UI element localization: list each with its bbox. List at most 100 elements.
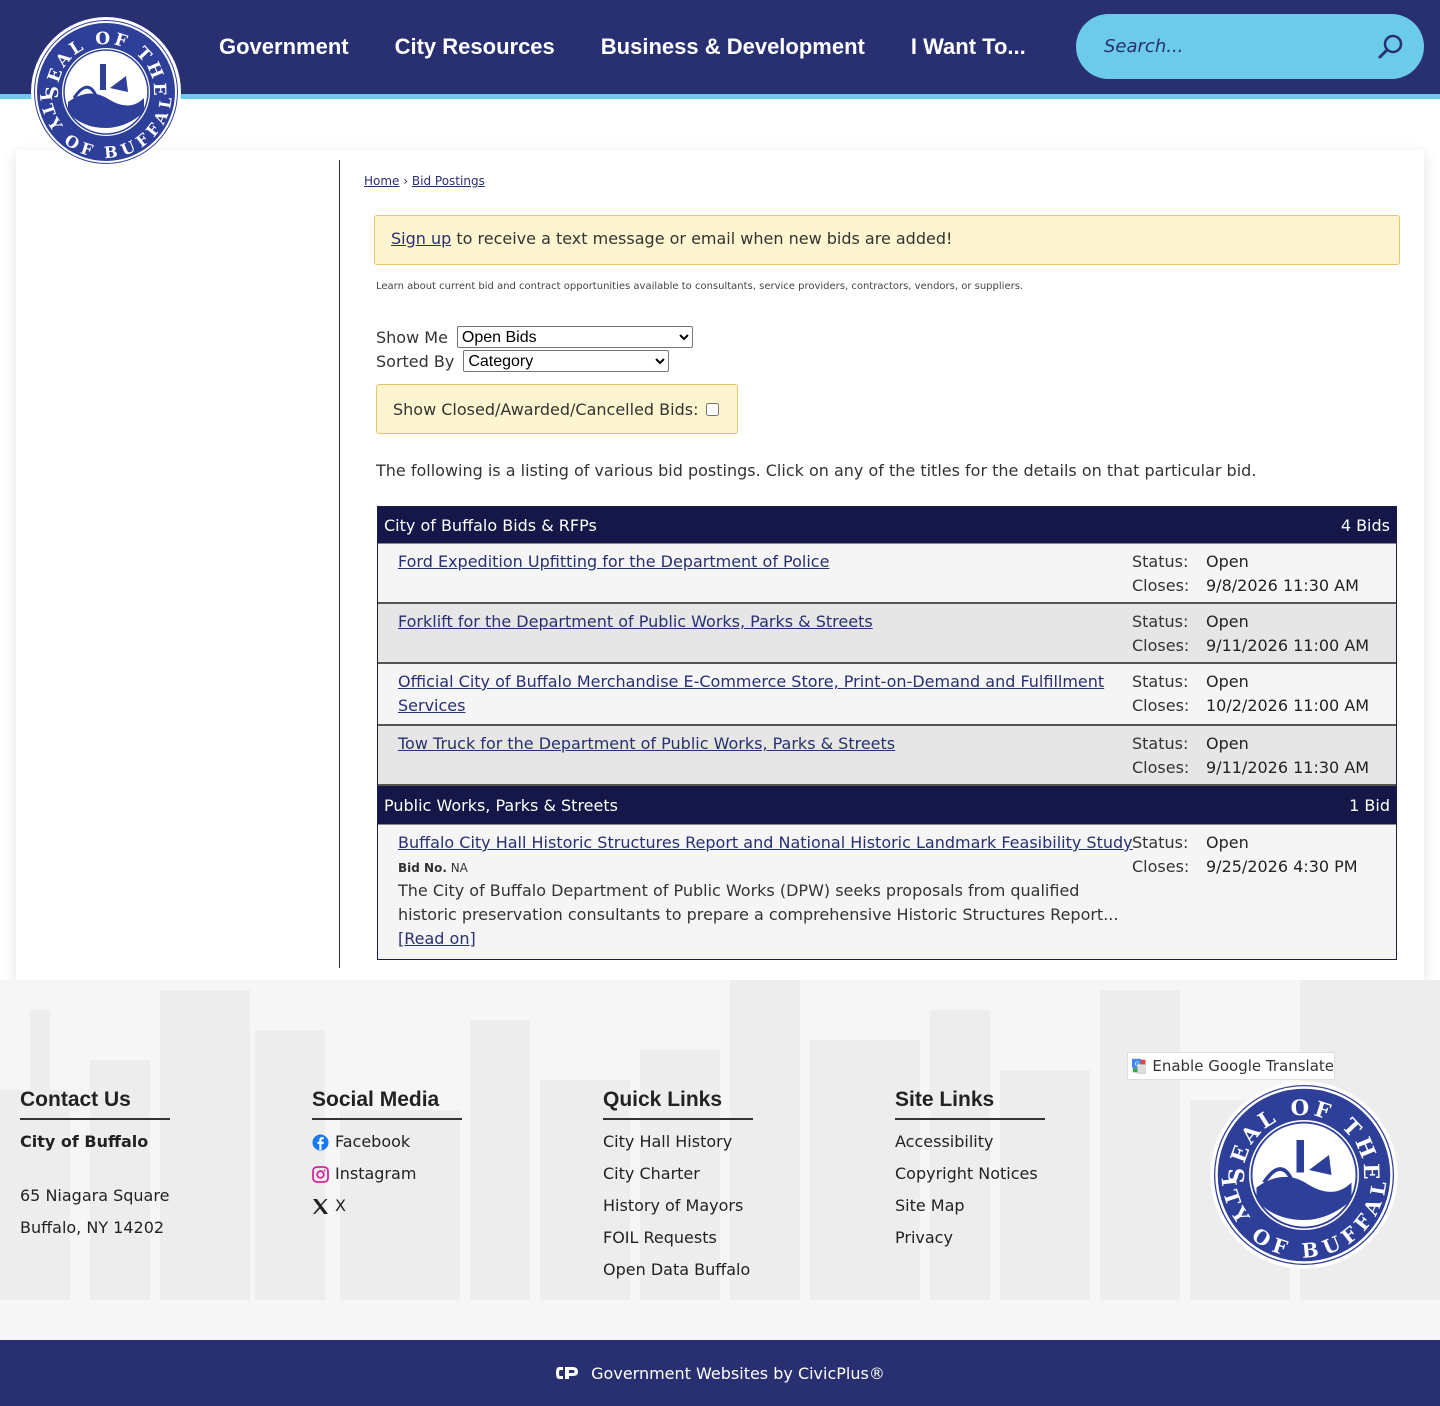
google-translate-icon: G	[1132, 1058, 1147, 1074]
quick-link-open-data[interactable]: Open Data Buffalo	[603, 1260, 750, 1280]
civicplus-logo-icon	[556, 1367, 579, 1379]
search-input[interactable]	[1104, 30, 1364, 62]
footer-quick-links: Quick Links City Hall History City Chart…	[603, 1088, 753, 1280]
show-me-row: Show Me Open Bids	[376, 326, 693, 348]
sorted-by-label: Sorted By	[376, 351, 455, 371]
svg-text:G: G	[1135, 1061, 1140, 1068]
city-seal-logo[interactable]: SEAL OF THE CITY OF BUFFALO	[22, 13, 182, 168]
civicplus-link[interactable]: Government Websites by CivicPlus®	[591, 1364, 885, 1383]
category-header: Public Works, Parks & Streets 1 Bid	[378, 786, 1396, 825]
category-header: City of Buffalo Bids & RFPs 4 Bids	[378, 507, 1396, 544]
main-content-card: Home › Bid Postings Sign up to receive a…	[16, 150, 1424, 980]
site-footer: Contact Us City of Buffalo 65 Niagara Sq…	[0, 980, 1440, 1340]
show-me-select[interactable]: Open Bids	[456, 326, 693, 348]
status-label: Status:	[1132, 612, 1189, 631]
show-me-label: Show Me	[376, 327, 448, 347]
quick-link-history-of-mayors[interactable]: History of Mayors	[603, 1196, 743, 1216]
status-value: Open	[1206, 612, 1249, 631]
sorted-by-select[interactable]: Category	[463, 350, 670, 372]
x-link[interactable]: X	[335, 1196, 346, 1216]
contact-heading: Contact Us	[20, 1088, 170, 1120]
closes-label: Closes:	[1132, 636, 1190, 655]
site-link-copyright[interactable]: Copyright Notices	[895, 1164, 1038, 1184]
social-x[interactable]: X	[312, 1196, 462, 1216]
signup-link[interactable]: Sign up	[391, 229, 451, 248]
footer-social: Social Media Facebook Instagram X	[312, 1088, 462, 1216]
nav-government[interactable]: Government	[219, 34, 349, 60]
listing-intro: The following is a listing of various bi…	[376, 461, 1257, 480]
quick-link-city-charter[interactable]: City Charter	[603, 1164, 700, 1184]
social-facebook[interactable]: Facebook	[312, 1132, 462, 1152]
closes-label: Closes:	[1132, 857, 1190, 876]
nav-business-development[interactable]: Business & Development	[601, 34, 865, 60]
quick-link-foil-requests[interactable]: FOIL Requests	[603, 1228, 717, 1248]
bid-title-link[interactable]: Tow Truck for the Department of Public W…	[398, 732, 1128, 756]
sidebar-divider	[339, 160, 340, 968]
read-on-link[interactable]: [Read on]	[398, 929, 476, 948]
signup-alert: Sign up to receive a text message or ema…	[374, 215, 1400, 265]
show-closed-label: Show Closed/Awarded/Cancelled Bids:	[393, 399, 699, 419]
search-bar	[1076, 14, 1424, 79]
quick-links-heading: Quick Links	[603, 1088, 753, 1120]
status-label: Status:	[1132, 552, 1189, 571]
bid-status-block: Status: Open Closes: 9/25/2026 4:30 PM	[1132, 831, 1358, 879]
closes-value: 10/2/2026 11:00 AM	[1206, 696, 1370, 715]
signup-text: to receive a text message or email when …	[451, 229, 953, 248]
category-count: 4 Bids	[1340, 515, 1390, 535]
header-stripe	[0, 94, 1440, 99]
bid-title-link[interactable]: Buffalo City Hall Historic Structures Re…	[398, 831, 1138, 855]
bid-row: Official City of Buffalo Merchandise E-C…	[378, 664, 1396, 726]
intro-text: Learn about current bid and contract opp…	[376, 281, 1024, 292]
bid-row: Ford Expedition Upfitting for the Depart…	[378, 544, 1396, 604]
site-links-heading: Site Links	[895, 1088, 1045, 1120]
nav-city-resources[interactable]: City Resources	[395, 34, 555, 60]
status-value: Open	[1206, 672, 1249, 691]
breadcrumb-home[interactable]: Home	[364, 174, 399, 188]
footer-contact: Contact Us City of Buffalo 65 Niagara Sq…	[20, 1088, 170, 1238]
closes-label: Closes:	[1132, 576, 1190, 595]
status-value: Open	[1206, 552, 1249, 571]
closes-value: 9/11/2026 11:30 AM	[1206, 758, 1370, 777]
google-translate-button[interactable]: G Enable Google Translate	[1127, 1052, 1335, 1080]
breadcrumb: Home › Bid Postings	[364, 174, 485, 188]
status-value: Open	[1206, 734, 1249, 753]
search-icon[interactable]	[1376, 32, 1406, 62]
social-instagram[interactable]: Instagram	[312, 1164, 462, 1184]
bid-row: Tow Truck for the Department of Public W…	[378, 726, 1396, 786]
bid-row: Forklift for the Department of Public Wo…	[378, 604, 1396, 664]
bid-row: Buffalo City Hall Historic Structures Re…	[378, 825, 1396, 959]
closes-value: 9/11/2026 11:00 AM	[1206, 636, 1370, 655]
instagram-link[interactable]: Instagram	[335, 1164, 416, 1184]
site-link-site-map[interactable]: Site Map	[895, 1196, 965, 1216]
status-label: Status:	[1132, 734, 1189, 753]
bid-status-block: Status: Open Closes: 9/11/2026 11:00 AM	[1132, 610, 1369, 658]
footer-city-seal: SEAL OF THE CITY OF BUFFALO	[1209, 1080, 1398, 1269]
breadcrumb-current[interactable]: Bid Postings	[412, 174, 485, 188]
bid-title-link[interactable]: Official City of Buffalo Merchandise E-C…	[398, 670, 1128, 718]
bid-status-block: Status: Open Closes: 9/11/2026 11:30 AM	[1132, 732, 1369, 780]
closes-value: 9/8/2026 11:30 AM	[1206, 576, 1359, 595]
quick-link-city-hall-history[interactable]: City Hall History	[603, 1132, 732, 1152]
bid-number-label: Bid No.	[398, 861, 447, 875]
bid-description-text: The City of Buffalo Department of Public…	[398, 881, 1119, 924]
bid-status-block: Status: Open Closes: 9/8/2026 11:30 AM	[1132, 550, 1359, 598]
show-closed-box: Show Closed/Awarded/Cancelled Bids:	[376, 384, 738, 434]
contact-address-line2: Buffalo, NY 14202	[20, 1218, 165, 1237]
bid-title-link[interactable]: Forklift for the Department of Public Wo…	[398, 610, 1128, 634]
bid-status-block: Status: Open Closes: 10/2/2026 11:00 AM	[1132, 670, 1369, 718]
bid-title-link[interactable]: Ford Expedition Upfitting for the Depart…	[398, 550, 1128, 574]
closes-label: Closes:	[1132, 696, 1190, 715]
facebook-link[interactable]: Facebook	[335, 1132, 410, 1152]
status-label: Status:	[1132, 672, 1189, 691]
site-link-privacy[interactable]: Privacy	[895, 1228, 953, 1248]
category-name: Public Works, Parks & Streets	[384, 795, 618, 815]
sorted-by-row: Sorted By Category	[376, 350, 670, 372]
nav-i-want-to[interactable]: I Want To...	[911, 34, 1026, 60]
show-closed-checkbox[interactable]	[706, 402, 720, 416]
category-count: 1 Bid	[1349, 795, 1390, 815]
bids-table: City of Buffalo Bids & RFPs 4 Bids Ford …	[377, 506, 1397, 960]
contact-address-line1: 65 Niagara Square	[20, 1186, 170, 1205]
site-link-accessibility[interactable]: Accessibility	[895, 1132, 993, 1152]
breadcrumb-separator: ›	[403, 174, 409, 188]
main-nav: Government City Resources Business & Dev…	[196, 0, 1049, 94]
